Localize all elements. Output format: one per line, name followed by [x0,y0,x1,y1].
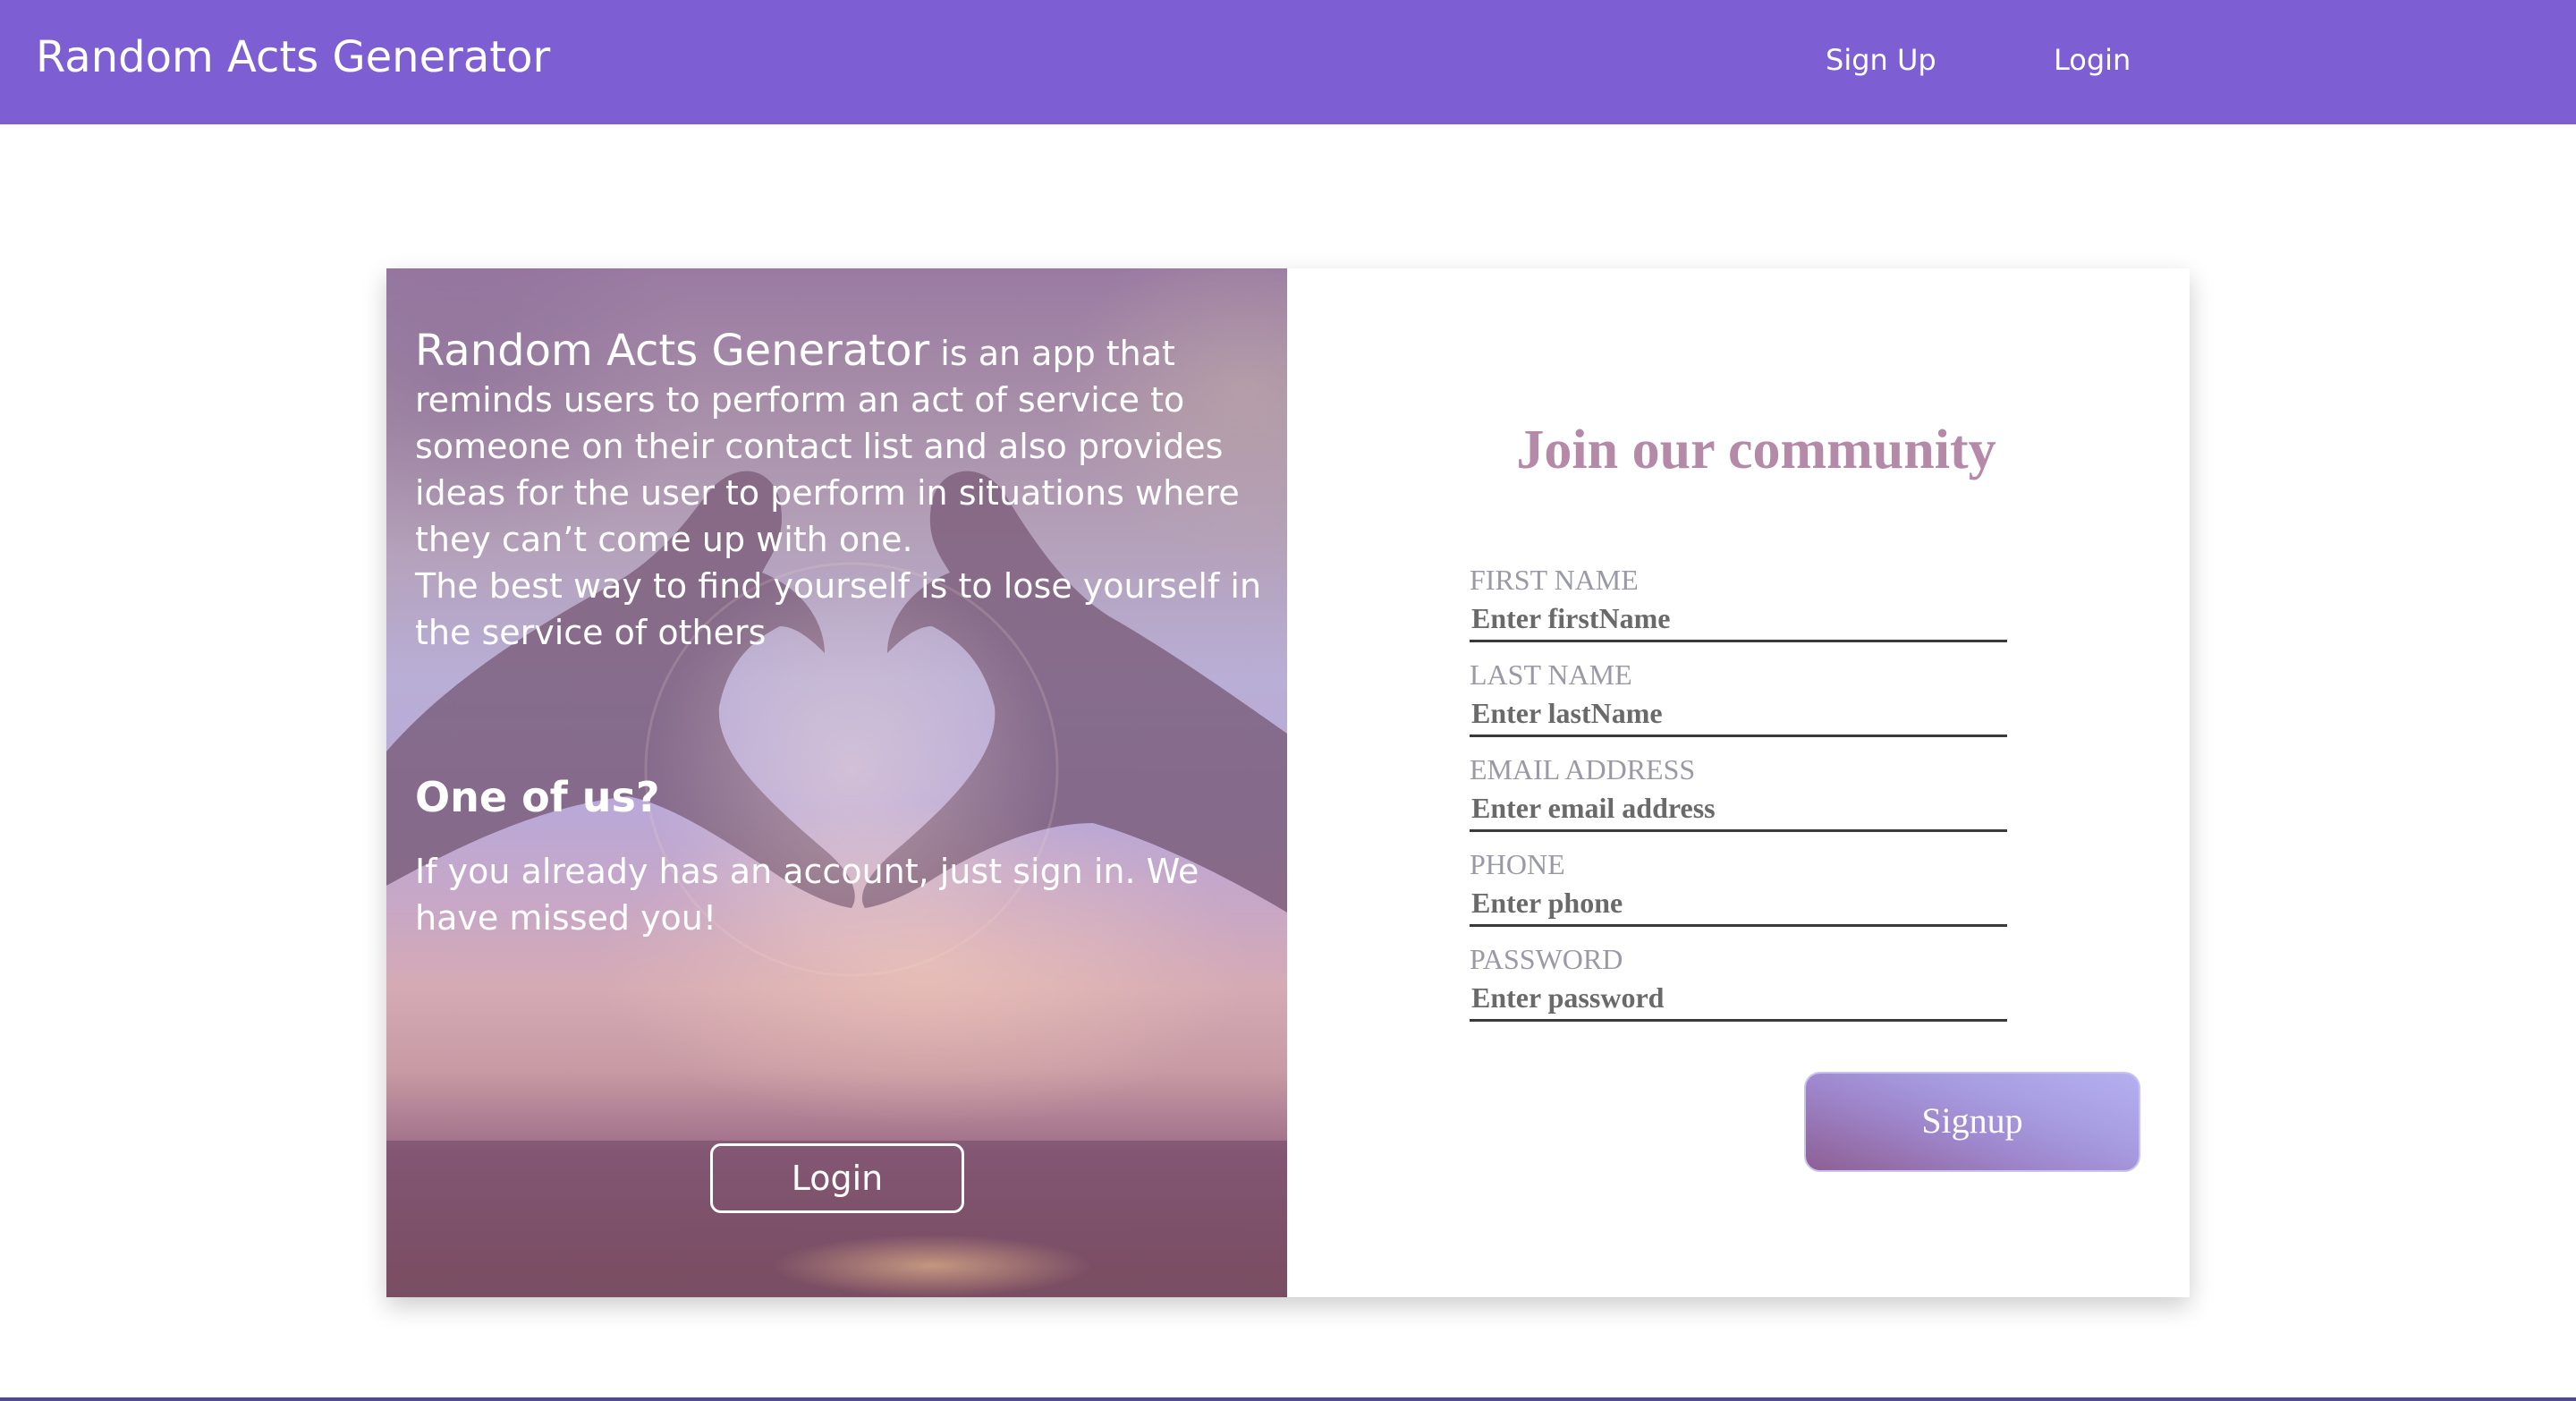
signup-button[interactable]: Signup [1804,1072,2140,1172]
page-bottom-border [0,1397,2576,1401]
email-group: EMAIL ADDRESS [1470,753,2007,832]
top-navbar: Random Acts Generator Sign Up Login [0,0,2576,124]
intro-paragraph: Random Acts Generator is an app that rem… [415,327,1265,563]
first-name-label: FIRST NAME [1470,564,1639,596]
email-label: EMAIL ADDRESS [1470,753,1696,785]
phone-label: PHONE [1470,848,1565,880]
first-name-input[interactable] [1470,596,2007,642]
panel-login-button[interactable]: Login [710,1143,964,1213]
password-label: PASSWORD [1470,943,1623,975]
email-input[interactable] [1470,785,2007,832]
intro-brand-name: Random Acts Generator [415,326,930,376]
existing-account-text: If you already has an account, just sign… [415,852,1199,938]
nav-login-link[interactable]: Login [2054,43,2131,77]
password-input[interactable] [1470,975,2007,1022]
phone-group: PHONE [1470,848,2007,927]
left-info-panel: Random Acts Generator is an app that rem… [386,268,1287,1297]
first-name-group: FIRST NAME [1470,564,2007,642]
signup-form-panel: Join our community FIRST NAME LAST NAME … [1287,268,2190,1297]
service-quote: The best way to find yourself is to lose… [415,566,1262,652]
last-name-group: LAST NAME [1470,658,2007,737]
brand-title[interactable]: Random Acts Generator [36,32,550,84]
nav-signup-link[interactable]: Sign Up [1826,43,1936,77]
password-group: PASSWORD [1470,943,2007,1022]
last-name-label: LAST NAME [1470,658,1632,691]
signup-card: Random Acts Generator is an app that rem… [386,268,2190,1297]
phone-input[interactable] [1470,880,2007,927]
sun-glare [771,1235,1093,1297]
last-name-input[interactable] [1470,691,2007,737]
form-title: Join our community [1516,420,1996,480]
one-of-us-heading: One of us? [415,773,660,821]
intro-block: Random Acts Generator is an app that rem… [415,327,1265,656]
